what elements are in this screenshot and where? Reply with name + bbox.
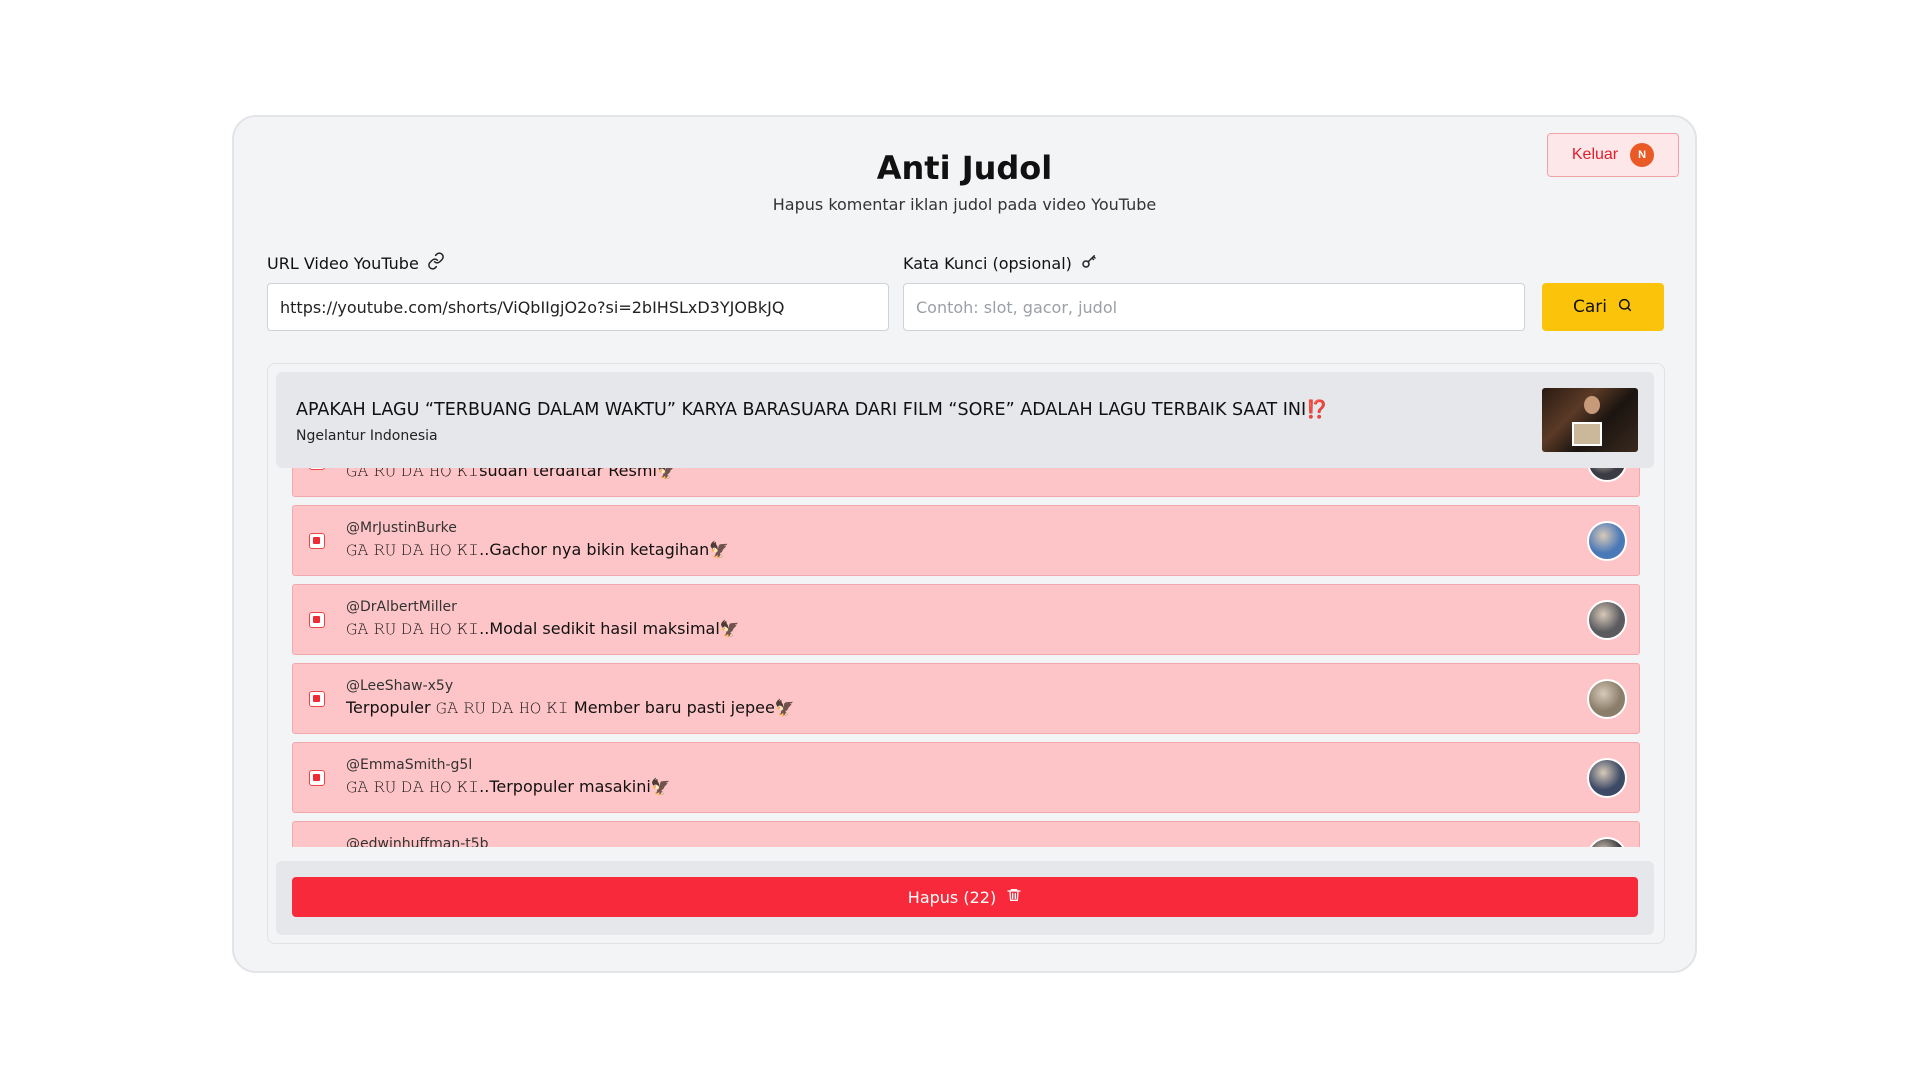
url-field-label: URL Video YouTube [267, 252, 445, 274]
search-icon [1617, 297, 1633, 318]
trash-icon [1006, 887, 1022, 907]
page-subtitle: Hapus komentar iklan judol pada video Yo… [772, 195, 1157, 214]
delete-button[interactable]: Hapus (22) [292, 877, 1638, 917]
comment-text: 𝙶𝙰 𝚁𝚄 𝙳𝙰 𝙷𝙾 𝙺𝙸..Terpopuler masakini🦅 [346, 777, 671, 796]
comment-row[interactable]: @edwinhuffman-t5b [292, 821, 1640, 847]
comment-avatar [1587, 679, 1627, 719]
comment-author: @LeeShaw-x5y [346, 678, 454, 694]
comment-checkbox[interactable] [309, 612, 325, 628]
comment-text: Terpopuler 𝙶𝙰 𝚁𝚄 𝙳𝙰 𝙷𝙾 𝙺𝙸 Member baru pa… [346, 698, 795, 717]
comment-author: @edwinhuffman-t5b [346, 836, 489, 847]
comment-author: @DrAlbertMiller [346, 599, 457, 615]
page-title: Anti Judol [876, 149, 1053, 187]
main-card: Keluar N Anti Judol Hapus komentar iklan… [232, 115, 1697, 973]
keyword-field-label: Kata Kunci (opsional) [903, 252, 1098, 274]
keyword-label-text: Kata Kunci (opsional) [903, 253, 1072, 273]
comment-text: 𝙶𝙰 𝚁𝚄 𝙳𝙰 𝙷𝙾 𝙺𝙸..Modal sedikit hasil maks… [346, 619, 740, 638]
comment-list[interactable]: 𝙶𝙰 𝚁𝚄 𝙳𝙰 𝙷𝙾 𝙺𝙸sudah terdaftar Resmi🦅 @MrJ… [276, 468, 1654, 847]
footer-bar: Hapus (22) [276, 861, 1654, 935]
link-icon [427, 252, 445, 274]
comment-row[interactable]: @EmmaSmith-g5l 𝙶𝙰 𝚁𝚄 𝙳𝙰 𝙷𝙾 𝙺𝙸..Terpopuler… [292, 742, 1640, 813]
search-button[interactable]: Cari [1542, 283, 1664, 331]
video-channel: Ngelantur Indonesia [296, 428, 438, 444]
comment-text: 𝙶𝙰 𝚁𝚄 𝙳𝙰 𝙷𝙾 𝙺𝙸..Gachor nya bikin ketagih… [346, 540, 730, 559]
comment-avatar [1587, 600, 1627, 640]
comment-checkbox[interactable] [309, 691, 325, 707]
video-title-mark: ⁉️ [1306, 400, 1328, 420]
video-header: APAKAH LAGU “TERBUANG DALAM WAKTU” KARYA… [276, 372, 1654, 468]
video-thumbnail [1542, 388, 1638, 452]
video-title: APAKAH LAGU “TERBUANG DALAM WAKTU” KARYA… [296, 400, 1328, 420]
comment-checkbox[interactable] [309, 533, 325, 549]
url-label-text: URL Video YouTube [267, 253, 419, 273]
comment-row[interactable]: @LeeShaw-x5y Terpopuler 𝙶𝙰 𝚁𝚄 𝙳𝙰 𝙷𝙾 𝙺𝙸 Me… [292, 663, 1640, 734]
comment-row[interactable]: 𝙶𝙰 𝚁𝚄 𝙳𝙰 𝙷𝙾 𝙺𝙸sudah terdaftar Resmi🦅 [292, 468, 1640, 497]
keyword-input[interactable] [903, 283, 1525, 331]
url-input[interactable] [267, 283, 889, 331]
search-label: Cari [1573, 297, 1607, 317]
delete-label: Hapus (22) [907, 887, 997, 907]
comment-checkbox[interactable] [309, 770, 325, 786]
comment-avatar [1587, 468, 1627, 482]
comment-row[interactable]: @DrAlbertMiller 𝙶𝙰 𝚁𝚄 𝙳𝙰 𝙷𝙾 𝙺𝙸..Modal sed… [292, 584, 1640, 655]
comment-text: 𝙶𝙰 𝚁𝚄 𝙳𝙰 𝙷𝙾 𝙺𝙸sudah terdaftar Resmi🦅 [346, 468, 677, 480]
comment-row[interactable]: @MrJustinBurke 𝙶𝙰 𝚁𝚄 𝙳𝙰 𝙷𝙾 𝙺𝙸..Gachor nya… [292, 505, 1640, 576]
video-title-text: APAKAH LAGU “TERBUANG DALAM WAKTU” KARYA… [296, 400, 1307, 420]
results-panel: APAKAH LAGU “TERBUANG DALAM WAKTU” KARYA… [267, 363, 1665, 944]
comment-author: @EmmaSmith-g5l [346, 757, 473, 773]
comment-avatar [1587, 521, 1627, 561]
comment-author: @MrJustinBurke [346, 520, 457, 536]
key-icon [1080, 252, 1098, 274]
comment-avatar [1587, 837, 1627, 847]
comment-avatar [1587, 758, 1627, 798]
comment-checkbox[interactable] [309, 468, 325, 470]
